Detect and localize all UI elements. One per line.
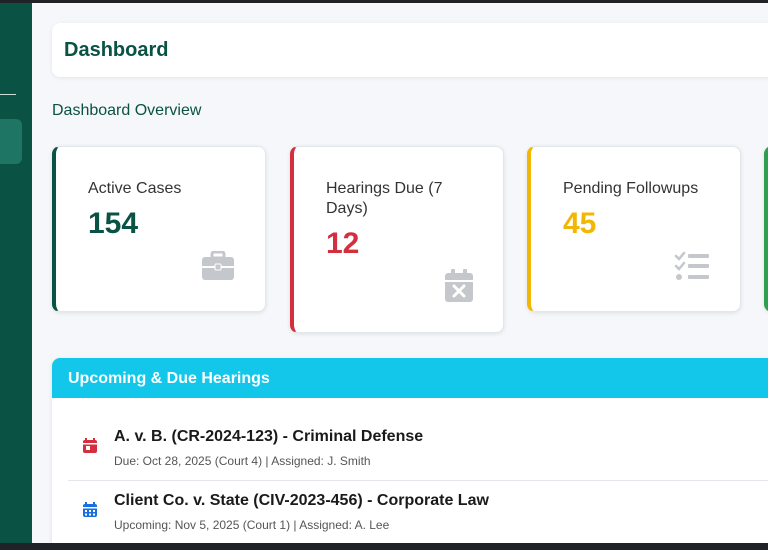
list-item[interactable]: A. v. B. (CR-2024-123) - Criminal Defens…	[68, 428, 768, 481]
sidebar-divider	[0, 94, 16, 95]
sidebar	[0, 3, 32, 543]
stat-card-hearings-due[interactable]: Hearings Due (7 Days) 12	[290, 146, 504, 333]
page-header: Dashboard	[52, 23, 768, 77]
stat-value: 154	[88, 207, 139, 240]
hearing-details: Upcoming: Nov 5, 2025 (Court 1) | Assign…	[114, 518, 390, 532]
hearing-details: Due: Oct 28, 2025 (Court 4) | Assigned: …	[114, 454, 371, 468]
stat-card-partial[interactable]	[764, 146, 768, 312]
hearings-panel-title: Upcoming & Due Hearings	[68, 370, 270, 387]
list-item[interactable]: Client Co. v. State (CIV-2023-456) - Cor…	[68, 492, 768, 542]
hearing-title: A. v. B. (CR-2024-123) - Criminal Defens…	[114, 428, 424, 445]
stat-card-pending-followups[interactable]: Pending Followups 45	[527, 146, 741, 312]
stat-card-active-cases[interactable]: Active Cases 154	[52, 146, 266, 312]
calendar-x-icon	[444, 269, 474, 308]
stat-label: Pending Followups	[563, 180, 699, 197]
hearings-panel-header: Upcoming & Due Hearings	[52, 358, 768, 398]
section-title: Dashboard Overview	[52, 102, 202, 119]
sidebar-active-item[interactable]	[0, 119, 22, 164]
briefcase-icon	[201, 250, 235, 286]
stat-label: Hearings Due (7 Days)	[326, 180, 443, 217]
page-title: Dashboard	[64, 39, 169, 61]
stat-value: 12	[326, 227, 360, 260]
checklist-icon	[674, 251, 710, 286]
calendar-grid-icon	[82, 502, 98, 523]
calendar-icon	[82, 438, 98, 459]
hearing-title: Client Co. v. State (CIV-2023-456) - Cor…	[114, 492, 489, 509]
stat-value: 45	[563, 207, 597, 240]
stat-label: Active Cases	[88, 180, 182, 197]
window-bottom-edge	[0, 543, 768, 550]
main-content: Dashboard Dashboard Overview Active Case…	[32, 3, 768, 543]
hearings-panel: Upcoming & Due Hearings A. v. B. (CR-202…	[52, 358, 768, 543]
